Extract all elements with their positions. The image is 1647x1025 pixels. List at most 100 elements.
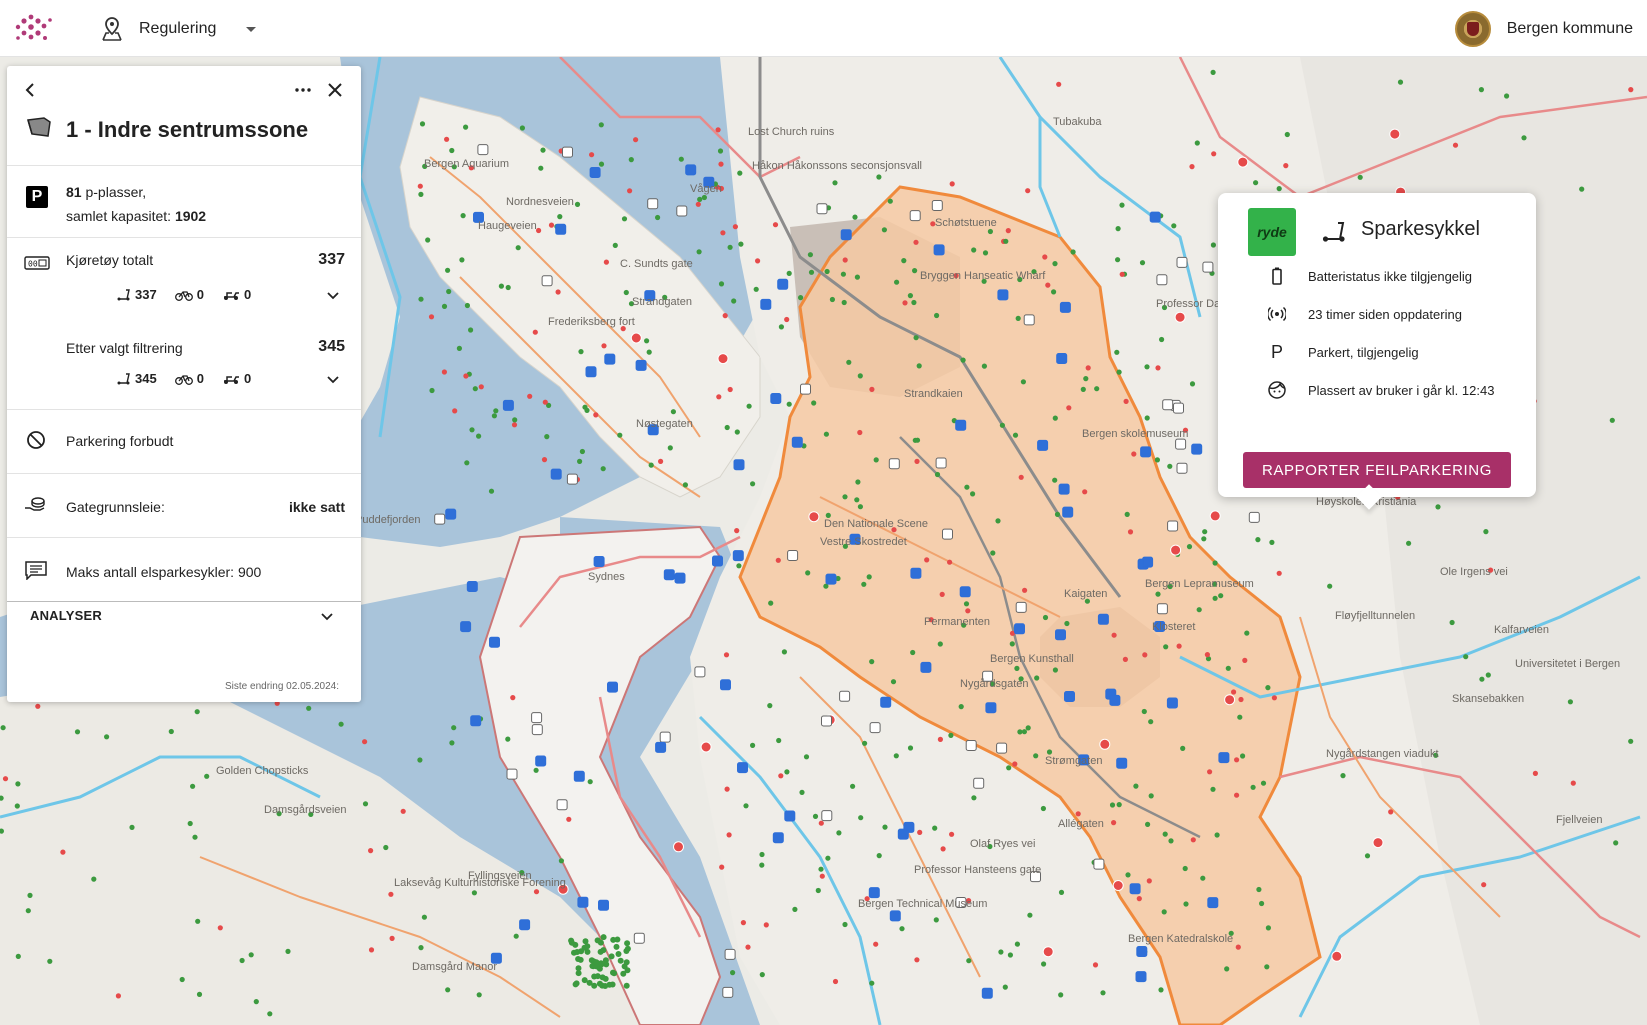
parking-marker[interactable]	[1062, 506, 1074, 518]
parking-marker[interactable]	[821, 715, 832, 727]
parking-marker[interactable]	[720, 679, 731, 691]
vehicle-dot[interactable]	[1058, 889, 1065, 896]
vehicle-dot[interactable]	[418, 945, 424, 951]
parking-marker[interactable]	[647, 198, 659, 210]
vehicle-dot[interactable]	[1155, 591, 1161, 597]
vehicle-dot[interactable]	[823, 431, 830, 437]
parking-marker[interactable]	[733, 459, 745, 471]
vehicle-dot[interactable]	[722, 313, 728, 319]
vehicle-dot[interactable]	[799, 789, 805, 796]
vehicle-dot[interactable]	[873, 941, 879, 947]
vehicle-dot[interactable]	[15, 781, 21, 787]
vehicle-dot[interactable]	[1002, 984, 1008, 990]
vehicle-dot[interactable]	[786, 270, 792, 276]
vehicle-dot[interactable]	[818, 820, 824, 826]
vehicle-dot[interactable]	[958, 704, 964, 710]
parking-marker[interactable]	[1116, 757, 1128, 769]
vehicle-dot[interactable]	[168, 728, 174, 735]
vehicle-dot[interactable]	[819, 873, 825, 879]
vehicle-dot[interactable]	[740, 920, 747, 926]
vehicle-dot[interactable]	[719, 864, 725, 870]
vehicle-dot[interactable]	[584, 948, 591, 955]
vehicle-dot[interactable]	[1066, 405, 1072, 411]
vehicle-dot[interactable]	[887, 198, 893, 204]
vehicle-dot[interactable]	[998, 949, 1004, 955]
vehicle-dot[interactable]	[623, 948, 630, 954]
vehicle-dot[interactable]	[519, 125, 526, 131]
parking-marker[interactable]	[724, 948, 736, 960]
vehicle-dot[interactable]	[1148, 719, 1154, 725]
vehicle-dot[interactable]	[623, 289, 629, 296]
vehicle-dot[interactable]	[60, 849, 66, 855]
vehicle-dot[interactable]	[1034, 675, 1040, 681]
vehicle-dot[interactable]	[338, 721, 344, 727]
vehicle-dot[interactable]	[730, 970, 736, 976]
parking-marker[interactable]	[942, 528, 953, 540]
vehicle-dot[interactable]	[194, 709, 200, 715]
vehicle-dot[interactable]	[890, 679, 897, 685]
vehicle-dot[interactable]	[1115, 257, 1121, 263]
parking-marker[interactable]	[732, 550, 744, 562]
vehicle-dot[interactable]	[1119, 202, 1125, 208]
vehicle-dot[interactable]	[855, 479, 861, 485]
vehicle-dot[interactable]	[463, 124, 469, 130]
vehicle-dot[interactable]	[716, 394, 722, 400]
vehicle-dot[interactable]	[934, 312, 940, 319]
vehicle-dot[interactable]	[850, 783, 856, 789]
vehicle-dot[interactable]	[1182, 865, 1188, 872]
vehicle-dot[interactable]	[593, 412, 599, 418]
vehicle-dot[interactable]	[1116, 802, 1122, 808]
no-entry-marker[interactable]	[1174, 311, 1186, 323]
vehicle-dot[interactable]	[417, 757, 423, 763]
parking-marker[interactable]	[502, 399, 514, 411]
vehicle-dot[interactable]	[873, 457, 879, 463]
vehicle-dot[interactable]	[1259, 900, 1265, 907]
vehicle-dot[interactable]	[949, 831, 955, 837]
vehicle-dot[interactable]	[759, 862, 765, 868]
vehicle-dot[interactable]	[1613, 840, 1619, 846]
vehicle-dot[interactable]	[1119, 271, 1125, 277]
vehicle-dot[interactable]	[612, 242, 618, 248]
vehicle-dot[interactable]	[1046, 749, 1053, 755]
vehicle-dot[interactable]	[1224, 966, 1230, 972]
vehicle-dot[interactable]	[627, 188, 633, 194]
vehicle-dot[interactable]	[1111, 820, 1117, 826]
vehicle-dot[interactable]	[598, 161, 605, 167]
report-misparking-button[interactable]: RAPPORTER FEILPARKERING	[1243, 452, 1511, 488]
parking-marker[interactable]	[1129, 883, 1141, 895]
vehicle-dot[interactable]	[842, 921, 848, 928]
vehicle-dot[interactable]	[478, 384, 484, 390]
vehicle-dot[interactable]	[1255, 537, 1261, 543]
vehicle-dot[interactable]	[846, 359, 852, 365]
parking-marker[interactable]	[770, 393, 782, 404]
vehicle-dot[interactable]	[1042, 254, 1048, 260]
vehicle-dot[interactable]	[1200, 875, 1206, 881]
vehicle-dot[interactable]	[910, 649, 916, 656]
parking-marker[interactable]	[1162, 399, 1174, 411]
parking-marker[interactable]	[965, 740, 977, 751]
vehicle-dot[interactable]	[1116, 369, 1122, 375]
vehicle-dot[interactable]	[869, 659, 875, 665]
vehicle-dot[interactable]	[449, 147, 455, 154]
parking-marker[interactable]	[784, 810, 796, 822]
vehicle-dot[interactable]	[869, 386, 875, 392]
vehicle-dot[interactable]	[1136, 896, 1142, 902]
vehicle-dot[interactable]	[362, 739, 368, 745]
parking-marker[interactable]	[888, 458, 900, 470]
vehicle-dot[interactable]	[841, 299, 847, 306]
vehicle-dot[interactable]	[1202, 529, 1208, 535]
parking-marker[interactable]	[920, 661, 932, 673]
vehicle-dot[interactable]	[1194, 140, 1200, 146]
vehicle-dot[interactable]	[1115, 226, 1121, 232]
vehicle-dot[interactable]	[697, 196, 703, 202]
vehicle-dot[interactable]	[558, 858, 565, 864]
vehicle-dot[interactable]	[899, 926, 905, 932]
vehicle-dot[interactable]	[1327, 583, 1333, 589]
vehicle-dot[interactable]	[548, 222, 555, 228]
vehicle-dot[interactable]	[584, 943, 591, 950]
vehicle-dot[interactable]	[1235, 944, 1241, 950]
vehicle-dot[interactable]	[811, 400, 817, 406]
vehicle-dot[interactable]	[253, 999, 259, 1005]
vehicle-dot[interactable]	[624, 940, 631, 947]
vehicle-dot[interactable]	[533, 889, 540, 895]
